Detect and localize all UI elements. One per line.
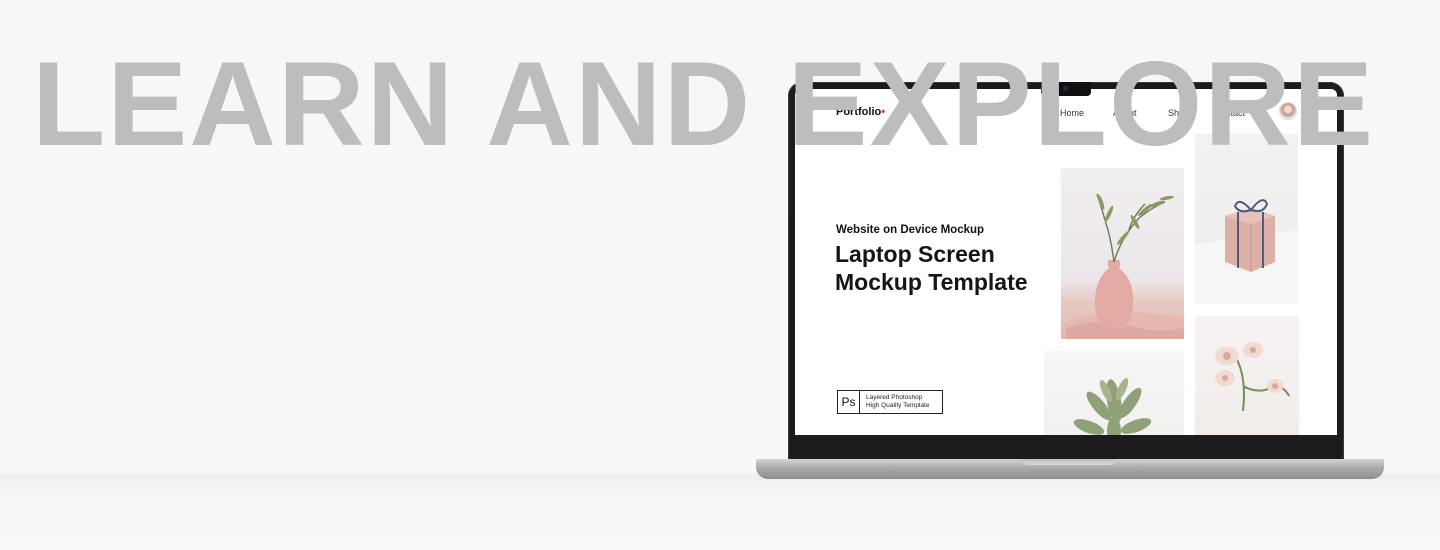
- trackpad-notch: [1022, 459, 1116, 465]
- badge-line-1: Layered Photoshop: [866, 394, 923, 401]
- hero-title-line-2: Mockup Template: [835, 269, 1028, 295]
- vase-photo: [1061, 168, 1184, 339]
- laptop-base: [756, 459, 1384, 479]
- photoshop-icon: Ps: [838, 391, 860, 413]
- badge-line-2: High Quality Template: [866, 402, 930, 409]
- banner-headline: LEARN AND EXPLORE: [32, 37, 1375, 171]
- hero-subtitle: Website on Device Mockup: [836, 224, 985, 236]
- photoshop-badge: Ps Layered Photoshop High Quality Templa…: [837, 390, 943, 414]
- orchid-photo: [1195, 316, 1299, 435]
- badge-text: Layered Photoshop High Quality Template: [860, 394, 929, 410]
- succulent-photo: [1044, 351, 1184, 435]
- hero-title-line-1: Laptop Screen: [835, 241, 995, 267]
- hero-title: Laptop Screen Mockup Template: [835, 240, 1028, 296]
